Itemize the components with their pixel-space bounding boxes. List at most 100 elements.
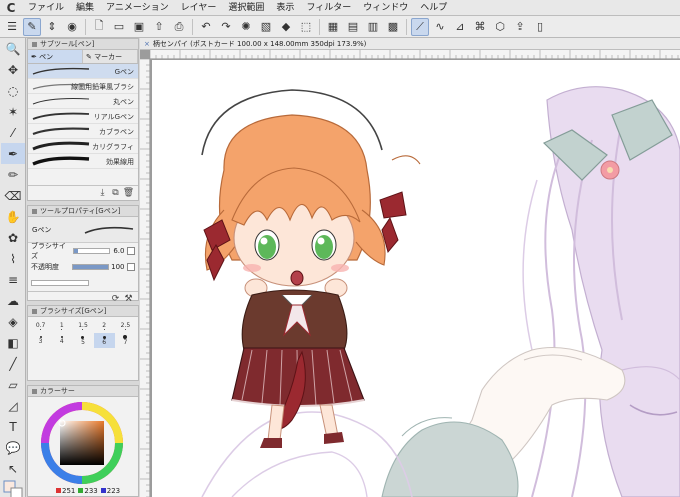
tool-property-footer: ⟳ ⚒ xyxy=(28,291,138,306)
pen-tool-icon[interactable]: ✎ xyxy=(23,17,41,36)
brush-size-panel-title: ブラシサイズ[Gペン] xyxy=(40,307,107,315)
app-logo-icon[interactable]: C xyxy=(0,0,22,16)
brush-item-effect-line[interactable]: 効果線用 xyxy=(28,154,138,169)
menu-selection[interactable]: 選択範囲 xyxy=(222,0,270,16)
redo-icon[interactable]: ↷ xyxy=(217,18,235,36)
reset-icon[interactable]: ⟳ xyxy=(109,294,122,304)
brush-item-calligraphy[interactable]: カリグラフィ xyxy=(28,139,138,154)
brush-item-round-pen[interactable]: 丸ペン xyxy=(28,94,138,109)
extra-slider[interactable] xyxy=(31,280,89,286)
trash-icon[interactable]: 🗑 xyxy=(122,188,135,198)
reorder-icon[interactable]: ⇕ xyxy=(43,18,61,36)
menu-icon[interactable]: ☰ xyxy=(3,18,21,36)
brush-size-option-label: 1.5 xyxy=(78,321,88,329)
zoom-icon[interactable]: 🔍 xyxy=(1,38,25,59)
color-wheel[interactable] xyxy=(38,401,126,485)
tab-pen[interactable]: ✒ ペン xyxy=(28,50,83,63)
brush-item-pencil-lineart[interactable]: 線画用鉛筆風ブラシ xyxy=(28,79,138,94)
pen-icon[interactable]: ✒ xyxy=(1,143,25,164)
print-icon[interactable]: ⎙ xyxy=(170,18,188,36)
ruler-icon[interactable]: ▤ xyxy=(344,18,362,36)
open-file-icon[interactable]: ▭ xyxy=(110,18,128,36)
gradient-icon[interactable]: ◧ xyxy=(1,332,25,353)
layer-stack-icon[interactable]: ≡ xyxy=(1,269,25,290)
menu-edit[interactable]: 編集 xyxy=(70,0,100,16)
brush-size-fill xyxy=(73,249,78,253)
transform-icon[interactable]: ⬚ xyxy=(297,18,315,36)
settings-icon[interactable]: ▯ xyxy=(531,18,549,36)
menu-view[interactable]: 表示 xyxy=(270,0,300,16)
3d-icon[interactable]: ⬡ xyxy=(491,18,509,36)
eyedropper-icon[interactable]: ⁄ xyxy=(1,122,25,143)
brush-size-option[interactable]: 6 xyxy=(93,333,115,348)
brush-size-option[interactable]: 2.5 xyxy=(115,318,136,333)
menu-window[interactable]: ウィンドウ xyxy=(357,0,414,16)
loading-icon[interactable]: ✺ xyxy=(237,18,255,36)
menu-animation[interactable]: アニメーション xyxy=(100,0,175,16)
download-icon[interactable]: ⤓ xyxy=(96,188,109,198)
undo-icon[interactable]: ↶ xyxy=(197,18,215,36)
magic-wand-icon[interactable]: ✶ xyxy=(1,101,25,122)
brush-size-panel: ブラシサイズ[Gペン] 0.7 1 1.5 2 2.5 3 4 5 6 7 xyxy=(27,305,139,381)
eraser-icon[interactable]: ⌫ xyxy=(1,185,25,206)
guide-icon[interactable]: ▩ xyxy=(384,18,402,36)
ruler-left[interactable] xyxy=(140,58,150,497)
decoration-icon[interactable]: ✿ xyxy=(1,227,25,248)
figure-icon[interactable]: ╱ xyxy=(1,353,25,374)
menu-layer[interactable]: レイヤー xyxy=(175,0,223,16)
brush-size-option[interactable]: 5 xyxy=(72,333,93,348)
color-swatch-icon[interactable] xyxy=(1,479,25,497)
brush-item-g-pen[interactable]: Gペン xyxy=(28,64,138,79)
move-icon[interactable]: ✥ xyxy=(1,59,25,80)
brush-size-option[interactable]: 1.5 xyxy=(72,318,93,333)
grid-icon[interactable]: ▦ xyxy=(324,18,342,36)
pencil-icon[interactable]: ✏ xyxy=(1,164,25,185)
brush-size-option[interactable]: 4 xyxy=(51,333,72,348)
brush-item-kabura-pen[interactable]: カブラペン xyxy=(28,124,138,139)
frame-icon[interactable]: ▱ xyxy=(1,374,25,395)
line-correction-icon[interactable]: ↖ xyxy=(1,458,25,479)
brush-size-option[interactable]: 3 xyxy=(30,333,51,348)
brush-size-option[interactable]: 7 xyxy=(115,333,136,348)
opacity-toggle[interactable] xyxy=(127,263,135,271)
brush-size-toggle[interactable] xyxy=(127,247,135,255)
brush-size-option[interactable]: 1 xyxy=(51,318,72,333)
close-tab-icon[interactable]: × xyxy=(144,40,150,48)
blend-icon[interactable]: ☁ xyxy=(1,290,25,311)
subtool-panel-title: サブツール[ペン] xyxy=(40,40,95,48)
menu-help[interactable]: ヘルプ xyxy=(414,0,453,16)
vector-icon[interactable]: ⌘ xyxy=(471,18,489,36)
menu-file[interactable]: ファイル xyxy=(22,0,70,16)
ruler-tool-icon[interactable]: ◿ xyxy=(1,395,25,416)
menu-filter[interactable]: フィルター xyxy=(300,0,357,16)
snap-special-ruler-icon[interactable]: ∿ xyxy=(431,18,449,36)
save-icon[interactable]: ▣ xyxy=(130,18,148,36)
wrench-icon[interactable]: ⚒ xyxy=(122,294,135,304)
document-tab[interactable]: × 柄センパイ (ポストカード 100.00 x 148.00mm 350dpi… xyxy=(140,38,680,50)
stabilizer-icon[interactable]: ⊿ xyxy=(451,18,469,36)
snap-ruler-icon[interactable]: ⟋ xyxy=(411,17,429,36)
ruler-h-icon[interactable]: ▥ xyxy=(364,18,382,36)
export-image-icon[interactable]: ⇪ xyxy=(511,18,529,36)
layer-icon[interactable]: ◉ xyxy=(63,18,81,36)
balloon-icon[interactable]: 💬 xyxy=(1,437,25,458)
drawing-canvas[interactable] xyxy=(152,60,680,497)
brush-item-real-g-pen[interactable]: リアルGペン xyxy=(28,109,138,124)
brush-size-option[interactable]: 2 xyxy=(94,318,115,333)
clear-icon[interactable]: ▧ xyxy=(257,18,275,36)
brush-size-slider[interactable] xyxy=(72,248,110,254)
fill-bucket-icon[interactable]: ◈ xyxy=(1,311,25,332)
fill-icon[interactable]: ◆ xyxy=(277,18,295,36)
ruler-top[interactable] xyxy=(149,50,680,59)
copy-icon[interactable]: ⧉ xyxy=(109,188,122,198)
hand-icon[interactable]: ✋ xyxy=(1,206,25,227)
opacity-slider[interactable] xyxy=(72,264,110,270)
tab-marker[interactable]: ✎ マーカー xyxy=(83,50,138,63)
brush-icon[interactable]: ⌇ xyxy=(1,248,25,269)
lasso-icon[interactable]: ◌ xyxy=(1,80,25,101)
new-file-icon[interactable]: 🗋 xyxy=(90,18,108,36)
text-icon[interactable]: T xyxy=(1,416,25,437)
brush-size-option[interactable]: 0.7 xyxy=(30,318,51,333)
brush-size-option-label: 2.5 xyxy=(120,321,131,329)
export-icon[interactable]: ⇧ xyxy=(150,18,168,36)
